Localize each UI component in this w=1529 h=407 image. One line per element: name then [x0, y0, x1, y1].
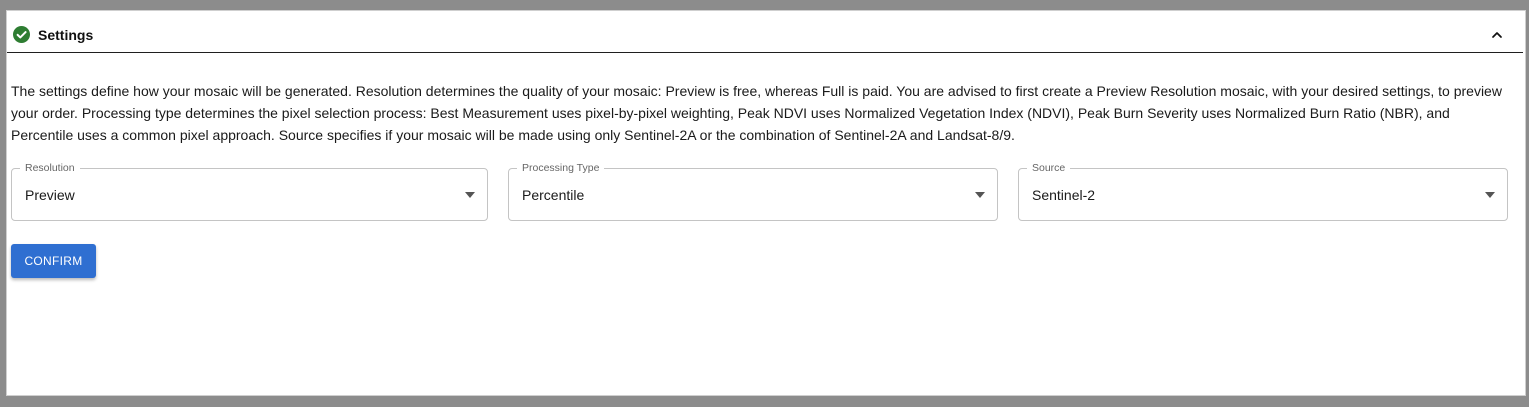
- resolution-value: Preview: [25, 187, 75, 203]
- processing-type-label: Processing Type: [517, 161, 605, 175]
- panel-header[interactable]: Settings: [7, 11, 1523, 53]
- processing-type-select[interactable]: Processing Type Percentile: [508, 161, 998, 221]
- panel-title: Settings: [38, 27, 94, 43]
- source-label: Source: [1027, 161, 1071, 175]
- confirm-button[interactable]: CONFIRM: [11, 244, 96, 278]
- check-circle-icon: [13, 26, 30, 43]
- source-select[interactable]: Source Sentinel-2: [1018, 161, 1508, 221]
- chevron-up-icon[interactable]: [1489, 27, 1505, 43]
- caret-down-icon: [975, 192, 985, 198]
- processing-type-value: Percentile: [522, 187, 585, 203]
- caret-down-icon: [465, 192, 475, 198]
- source-value: Sentinel-2: [1032, 187, 1096, 203]
- resolution-label: Resolution: [20, 161, 80, 175]
- resolution-select[interactable]: Resolution Preview: [11, 161, 488, 221]
- settings-panel: Settings The settings define how your mo…: [6, 10, 1526, 396]
- settings-description: The settings define how your mosaic will…: [11, 83, 1502, 143]
- caret-down-icon: [1485, 192, 1495, 198]
